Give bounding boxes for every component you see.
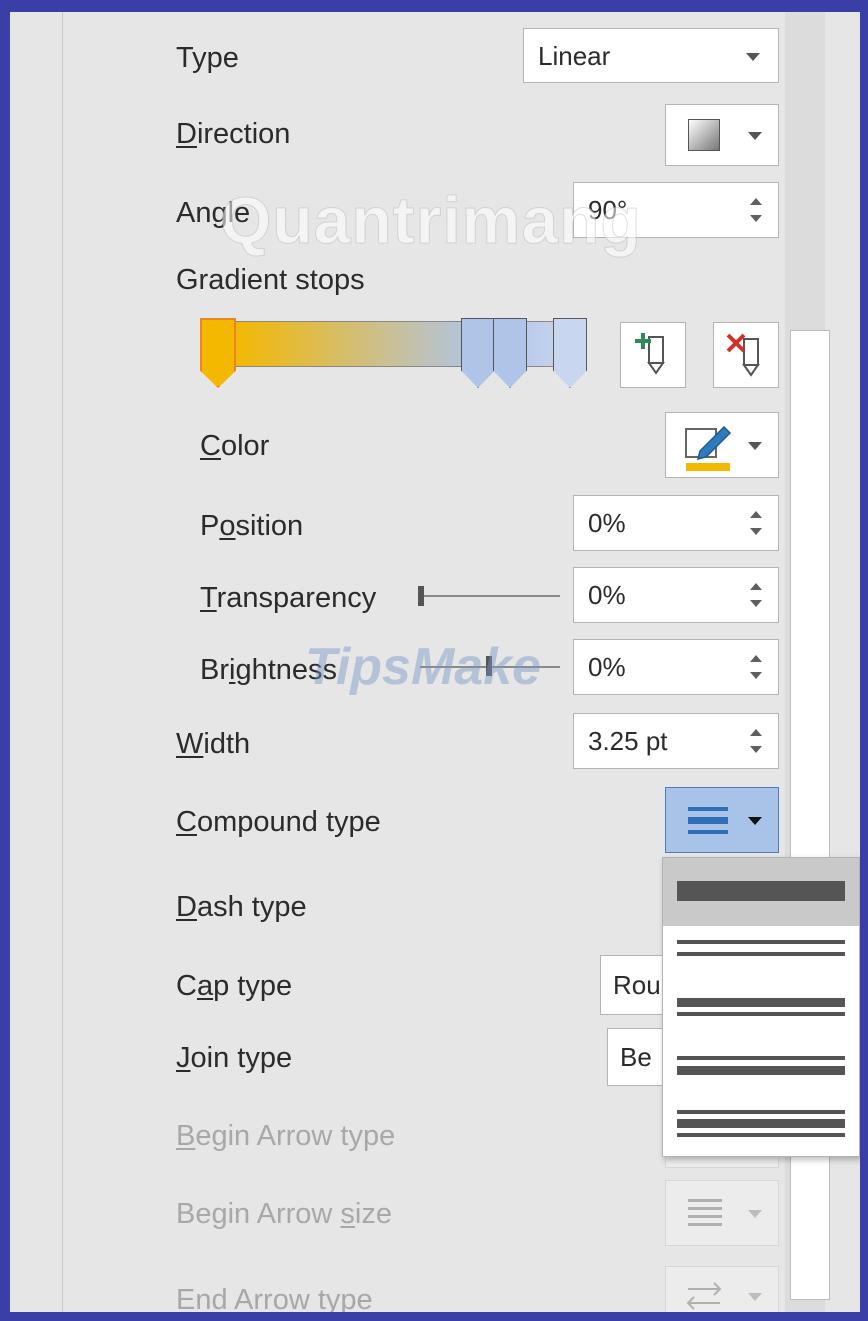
spin-up-icon [750,511,762,519]
cap-type-value: Rou [613,970,661,1000]
brightness-slider-handle[interactable] [486,656,492,676]
transparency-spinner[interactable] [748,568,764,622]
gradient-stop[interactable] [493,318,527,388]
brightness-label: Brightness [200,654,338,686]
angle-label: Angle [176,197,251,229]
compound-option-double[interactable] [663,926,859,984]
single-line-icon [677,881,845,901]
format-panel: Type Linear Direction Angle 90° Gradient… [10,12,860,1312]
join-type-value: Be [620,1042,652,1072]
chevron-down-icon [746,53,760,61]
width-label: Width [176,728,251,760]
type-value: Linear [538,40,611,71]
arrow-size-icon [688,1199,722,1226]
type-dropdown[interactable]: Linear [523,28,779,83]
compound-type-dropdown[interactable] [665,787,779,853]
gradient-direction-icon [688,119,720,151]
end-arrow-type-dropdown [665,1266,779,1312]
width-spinner[interactable] [748,714,764,768]
width-spinbox[interactable]: 3.25 pt [573,713,779,769]
spin-down-icon [750,745,762,753]
transparency-label: Transparency [200,582,377,614]
compound-lines-icon [688,807,728,834]
spin-up-icon [750,583,762,591]
remove-gradient-stop-button[interactable] [713,322,779,388]
angle-value: 90° [588,195,628,225]
chevron-down-icon [748,132,762,140]
brightness-spinbox[interactable]: 0% [573,639,779,695]
color-label: Color [200,430,270,462]
add-gradient-stop-button[interactable] [620,322,686,388]
transparency-value: 0% [588,580,626,610]
position-value: 0% [588,508,626,538]
gradient-stops-label: Gradient stops [176,264,365,296]
type-label: Type [176,42,239,74]
join-type-label: Join type [176,1042,293,1074]
transparency-slider-handle[interactable] [418,586,424,606]
double-line-icon [677,940,845,944]
thick-thin-line-icon [677,998,845,1007]
pen-color-icon [685,425,732,471]
cap-type-label: Cap type [176,970,293,1002]
thin-thick-line-icon [677,1056,845,1060]
compound-type-menu [662,857,860,1157]
compound-option-thin-thick[interactable] [663,1042,859,1100]
indent-guide [62,12,63,1312]
chevron-down-icon [748,1293,762,1301]
spin-up-icon [750,729,762,737]
add-gradient-stop-icon [635,333,665,375]
chevron-down-icon [748,1210,762,1218]
spin-up-icon [750,198,762,206]
direction-label: Direction [176,118,291,150]
compound-type-label: Compound type [176,806,381,838]
compound-option-thick-thin[interactable] [663,984,859,1042]
chevron-down-icon [748,817,762,825]
position-spinbox[interactable]: 0% [573,495,779,551]
position-label: Position [200,510,304,542]
transparency-spinbox[interactable]: 0% [573,567,779,623]
begin-arrow-size-label: Begin Arrow size [176,1198,392,1230]
begin-arrow-size-dropdown [665,1180,779,1246]
gradient-stop-selected[interactable] [200,318,236,388]
spin-down-icon [750,214,762,222]
compound-option-single[interactable] [663,858,859,926]
begin-arrow-type-label: Begin Arrow type [176,1120,396,1152]
compound-option-triple[interactable] [663,1100,859,1158]
angle-spinbox[interactable]: 90° [573,182,779,238]
spin-down-icon [750,671,762,679]
chevron-down-icon [748,442,762,450]
arrow-type-icon [686,1282,722,1310]
remove-gradient-stop-icon [726,333,760,377]
gradient-bar[interactable] [200,321,586,367]
end-arrow-type-label: End Arrow type [176,1284,373,1312]
triple-line-icon [677,1110,845,1114]
gradient-stop[interactable] [553,318,587,388]
direction-dropdown[interactable] [665,104,779,166]
width-value: 3.25 pt [588,726,668,756]
transparency-slider[interactable] [420,595,560,597]
brightness-spinner[interactable] [748,640,764,694]
spin-down-icon [750,599,762,607]
spin-up-icon [750,655,762,663]
spin-down-icon [750,527,762,535]
angle-spinner[interactable] [748,183,764,237]
position-spinner[interactable] [748,496,764,550]
brightness-value: 0% [588,652,626,682]
dash-type-label: Dash type [176,891,307,923]
gradient-stop[interactable] [461,318,495,388]
color-dropdown[interactable] [665,412,779,478]
